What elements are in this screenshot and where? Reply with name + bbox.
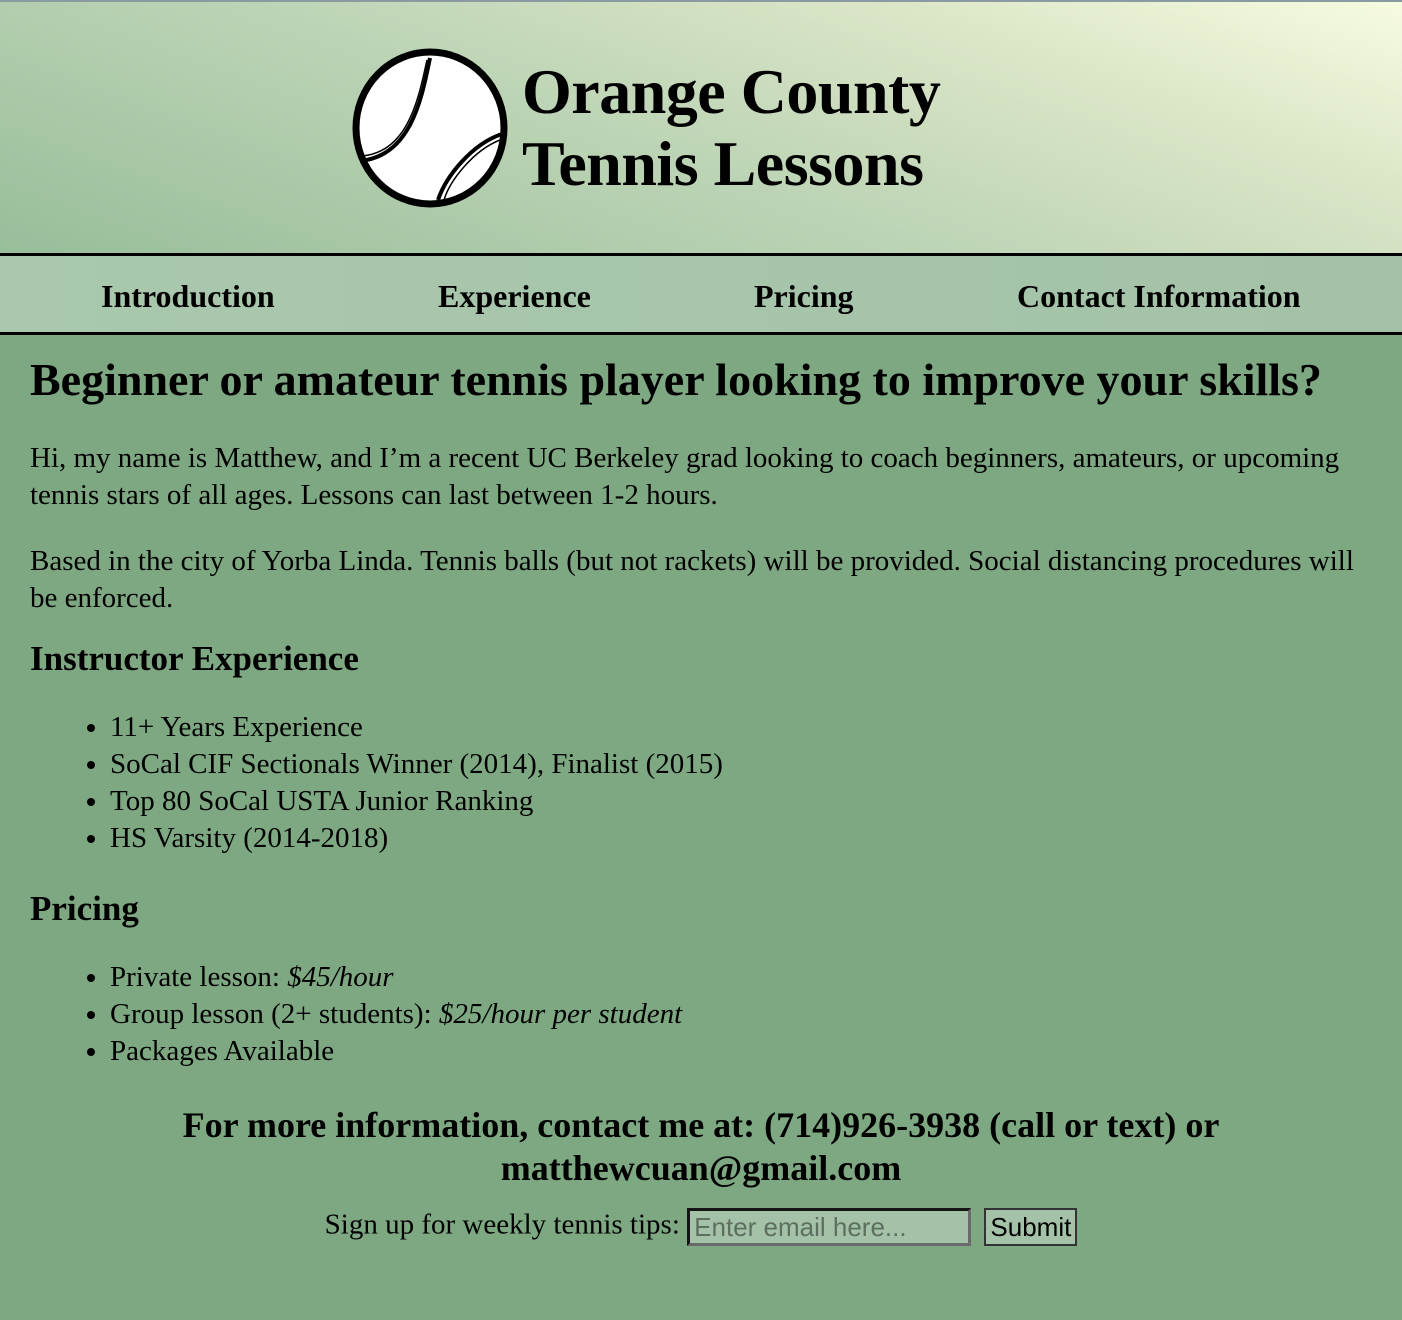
site-title: Orange County Tennis Lessons	[522, 56, 941, 200]
nav-link-experience[interactable]: Experience	[438, 278, 591, 315]
pricing-item-group: Group lesson (2+ students): $25/hour per…	[110, 996, 1372, 1033]
list-item: 11+ Years Experience	[110, 709, 1372, 746]
contact-info: For more information, contact me at: (71…	[182, 1105, 1220, 1188]
main-content: Beginner or amateur tennis player lookin…	[0, 353, 1402, 1246]
pricing-heading: Pricing	[30, 889, 139, 928]
signup-form: Sign up for weekly tennis tips: Submit	[30, 1208, 1372, 1246]
nav-link-pricing[interactable]: Pricing	[754, 278, 854, 315]
site-header: Orange County Tennis Lessons	[0, 2, 1402, 256]
email-input[interactable]	[687, 1208, 972, 1246]
brand: Orange County Tennis Lessons	[350, 46, 941, 210]
pricing-item-private: Private lesson: $45/hour	[110, 959, 1372, 996]
site-title-line1: Orange County	[522, 56, 941, 127]
pricing-price: $45/hour	[287, 961, 394, 993]
pricing-item-packages: Packages Available	[110, 1033, 1372, 1070]
list-item: SoCal CIF Sectionals Winner (2014), Fina…	[110, 746, 1372, 783]
site-title-line2: Tennis Lessons	[522, 128, 924, 199]
experience-heading: Instructor Experience	[30, 639, 359, 678]
signup-label: Sign up for weekly tennis tips:	[324, 1208, 680, 1241]
main-nav: Introduction Experience Pricing Contact …	[0, 256, 1402, 335]
submit-button[interactable]: Submit	[984, 1208, 1078, 1246]
pricing-label: Group lesson (2+ students):	[110, 998, 439, 1030]
list-item: HS Varsity (2014-2018)	[110, 820, 1372, 857]
pricing-label: Packages Available	[110, 1035, 335, 1067]
experience-list: 11+ Years Experience SoCal CIF Sectional…	[30, 709, 1372, 857]
intro-paragraph-2: Based in the city of Yorba Linda. Tennis…	[30, 545, 1354, 614]
nav-link-introduction[interactable]: Introduction	[101, 278, 275, 315]
nav-link-contact-information[interactable]: Contact Information	[1017, 278, 1301, 315]
pricing-label: Private lesson:	[110, 961, 288, 993]
list-item: Top 80 SoCal USTA Junior Ranking	[110, 783, 1372, 820]
tennis-ball-icon	[352, 48, 508, 208]
intro-heading: Beginner or amateur tennis player lookin…	[30, 354, 1322, 405]
pricing-list: Private lesson: $45/hour Group lesson (2…	[30, 959, 1372, 1070]
pricing-price: $25/hour per student	[438, 998, 683, 1030]
intro-paragraph-1: Hi, my name is Matthew, and I’m a recent…	[30, 442, 1340, 511]
